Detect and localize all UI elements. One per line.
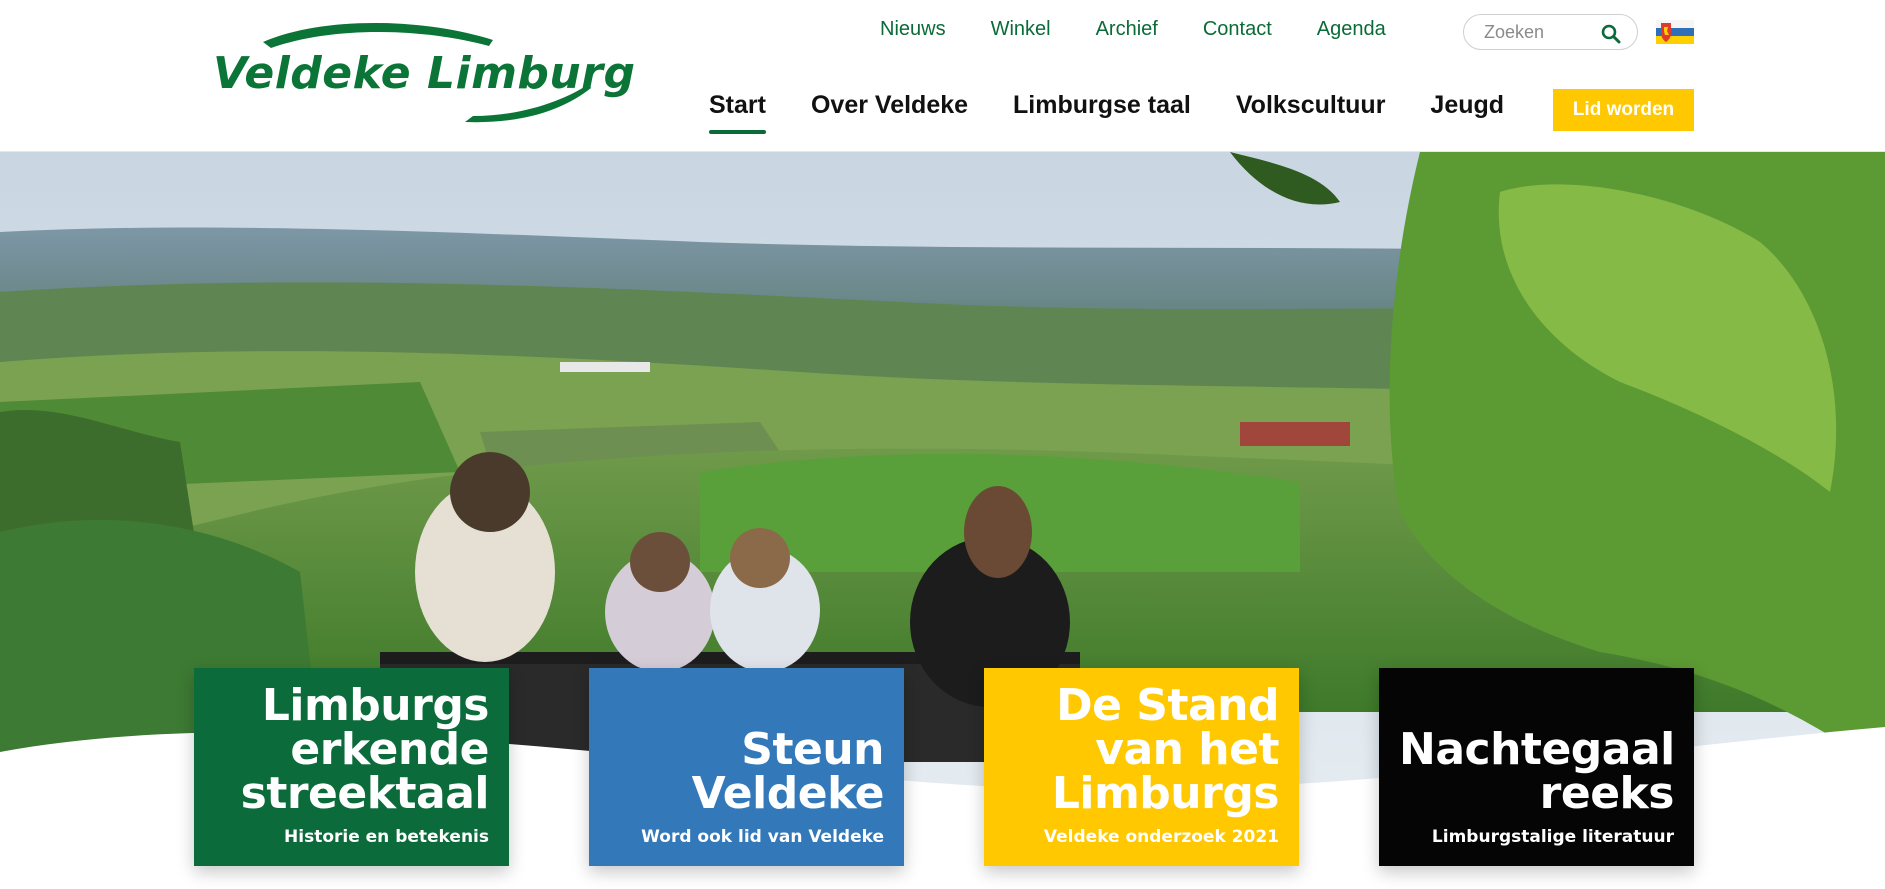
veldeke-limburg-logo[interactable]: Veldeke Limburg <box>193 20 635 126</box>
card-subtitle: Veldeke onderzoek 2021 <box>1043 827 1279 847</box>
main-nav: Start Over Veldeke Limburgse taal Volksc… <box>709 90 1504 134</box>
card-title: Limburgs erkende streektaal <box>214 680 490 819</box>
card-nachtegaal-reeks[interactable]: Nachtegaal reeks Limburgstalige literatu… <box>1379 668 1694 866</box>
topnav-item-archief[interactable]: Archief <box>1096 17 1158 41</box>
card-title: Steun Veldeke <box>609 724 885 819</box>
nav-item-start[interactable]: Start <box>709 90 766 134</box>
topnav-item-nieuws[interactable]: Nieuws <box>880 17 946 41</box>
logo-text-label: Veldeke Limburg <box>213 48 636 99</box>
card-limburgs-streektaal[interactable]: Limburgs erkende streektaal Historie en … <box>194 668 509 866</box>
card-title-line: streektaal <box>240 768 490 819</box>
card-title-line: van het <box>1095 724 1279 775</box>
card-title-line: reeks <box>1539 768 1675 819</box>
card-title: De Stand van het Limburgs <box>1004 680 1280 819</box>
logo-wordmark: Veldeke Limburg <box>213 48 635 99</box>
secondary-nav: Nieuws Winkel Archief Contact Agenda <box>880 17 1386 41</box>
search-icon[interactable] <box>1601 24 1621 44</box>
card-subtitle: Word ook lid van Veldeke <box>641 827 884 847</box>
card-title-line: Nachtegaal <box>1399 724 1675 775</box>
card-stand-van-het-limburgs[interactable]: De Stand van het Limburgs Veldeke onderz… <box>984 668 1299 866</box>
nav-item-volkscultuur[interactable]: Volkscultuur <box>1236 90 1386 120</box>
limburg-flag-icon[interactable] <box>1656 20 1694 44</box>
flag-lion-emblem <box>1661 23 1671 42</box>
card-title-line: Limburgs <box>261 680 490 731</box>
nav-item-jeugd[interactable]: Jeugd <box>1430 90 1504 120</box>
topnav-item-agenda[interactable]: Agenda <box>1317 17 1386 41</box>
card-title-line: De Stand <box>1056 680 1279 731</box>
search-box <box>1463 14 1638 50</box>
nav-item-over-veldeke[interactable]: Over Veldeke <box>811 90 968 120</box>
card-title: Nachtegaal reeks <box>1399 724 1675 819</box>
card-subtitle: Historie en betekenis <box>284 827 489 847</box>
card-subtitle: Limburgstalige literatuur <box>1431 827 1674 847</box>
card-steun-veldeke[interactable]: Steun Veldeke Word ook lid van Veldeke <box>589 668 904 866</box>
search-input[interactable] <box>1484 21 1594 43</box>
topnav-item-contact[interactable]: Contact <box>1203 17 1272 41</box>
site-header: Veldeke Limburg Nieuws Winkel Archief Co… <box>0 0 1885 152</box>
card-title-line: Veldeke <box>691 768 885 819</box>
lid-worden-button[interactable]: Lid worden <box>1553 89 1694 131</box>
card-title-line: erkende <box>290 724 489 775</box>
card-title-line: Steun <box>741 724 884 775</box>
nav-item-limburgse-taal[interactable]: Limburgse taal <box>1013 90 1191 120</box>
card-title-line: Limburgs <box>1051 768 1280 819</box>
topnav-item-winkel[interactable]: Winkel <box>991 17 1051 41</box>
